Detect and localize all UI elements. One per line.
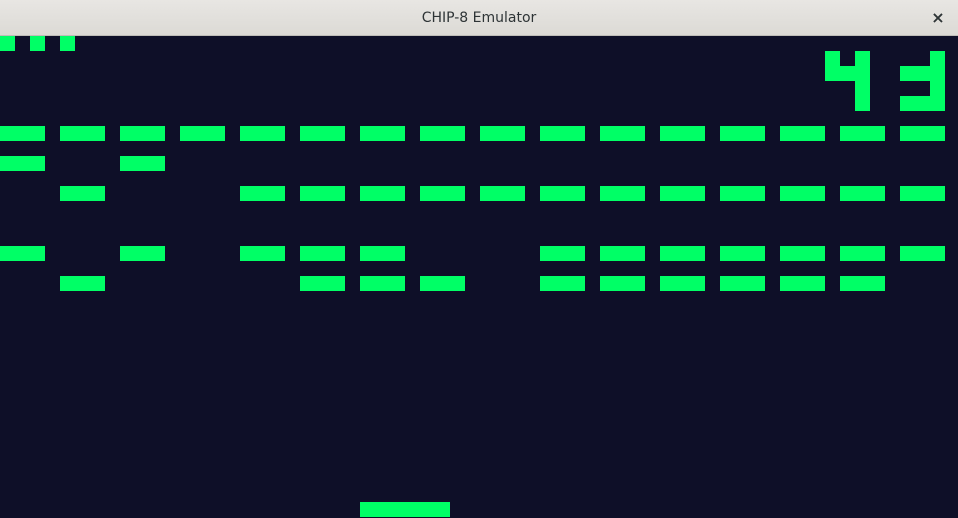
brick bbox=[720, 276, 765, 291]
score-digit-pixel bbox=[825, 51, 840, 66]
brick bbox=[660, 126, 705, 141]
brick bbox=[480, 186, 525, 201]
brick bbox=[120, 126, 165, 141]
brick bbox=[60, 126, 105, 141]
brick bbox=[540, 126, 585, 141]
brick bbox=[660, 186, 705, 201]
score-digit-pixel bbox=[855, 96, 870, 111]
score-digit-pixel bbox=[840, 66, 855, 81]
brick bbox=[0, 126, 45, 141]
brick bbox=[600, 186, 645, 201]
brick bbox=[60, 186, 105, 201]
score-digit-pixel bbox=[930, 66, 945, 81]
score-digit-pixel bbox=[900, 66, 915, 81]
brick bbox=[240, 186, 285, 201]
brick bbox=[420, 126, 465, 141]
brick bbox=[780, 186, 825, 201]
brick bbox=[300, 276, 345, 291]
brick bbox=[120, 246, 165, 261]
brick bbox=[240, 126, 285, 141]
brick bbox=[720, 126, 765, 141]
score-digit-pixel bbox=[930, 51, 945, 66]
brick bbox=[360, 246, 405, 261]
title-bar[interactable]: CHIP-8 Emulator × bbox=[0, 0, 958, 36]
close-button[interactable]: × bbox=[926, 6, 950, 30]
brick bbox=[360, 186, 405, 201]
brick bbox=[720, 186, 765, 201]
brick bbox=[300, 246, 345, 261]
score-digit-pixel bbox=[825, 66, 840, 81]
score-digit-pixel bbox=[855, 51, 870, 66]
brick bbox=[900, 186, 945, 201]
score-digit-pixel bbox=[915, 66, 930, 81]
brick bbox=[600, 246, 645, 261]
score-digit-pixel bbox=[855, 81, 870, 96]
brick bbox=[600, 126, 645, 141]
score-digit-pixel bbox=[900, 96, 915, 111]
brick bbox=[180, 126, 225, 141]
brick bbox=[600, 276, 645, 291]
brick bbox=[540, 276, 585, 291]
brick bbox=[780, 276, 825, 291]
chip8-display bbox=[0, 36, 945, 517]
brick bbox=[0, 156, 45, 171]
brick bbox=[780, 246, 825, 261]
brick bbox=[840, 186, 885, 201]
brick bbox=[540, 246, 585, 261]
window-title: CHIP-8 Emulator bbox=[421, 10, 537, 26]
brick bbox=[120, 156, 165, 171]
brick bbox=[0, 246, 45, 261]
brick bbox=[480, 126, 525, 141]
life-indicator bbox=[30, 36, 45, 51]
brick bbox=[240, 246, 285, 261]
brick bbox=[300, 126, 345, 141]
brick bbox=[360, 276, 405, 291]
brick bbox=[840, 276, 885, 291]
brick bbox=[840, 246, 885, 261]
brick bbox=[300, 186, 345, 201]
brick bbox=[720, 246, 765, 261]
brick bbox=[900, 246, 945, 261]
brick bbox=[420, 186, 465, 201]
top-left-mark bbox=[0, 36, 15, 51]
brick bbox=[840, 126, 885, 141]
emulator-window: CHIP-8 Emulator × bbox=[0, 0, 958, 518]
game-screen[interactable] bbox=[0, 36, 958, 518]
score-digit-pixel bbox=[855, 66, 870, 81]
brick bbox=[780, 126, 825, 141]
score-digit-pixel bbox=[930, 81, 945, 96]
score-digit-pixel bbox=[915, 96, 930, 111]
life-indicator bbox=[60, 36, 75, 51]
brick bbox=[660, 246, 705, 261]
brick bbox=[60, 276, 105, 291]
brick bbox=[900, 126, 945, 141]
paddle bbox=[360, 502, 450, 517]
score-digit-pixel bbox=[930, 96, 945, 111]
brick bbox=[360, 126, 405, 141]
brick bbox=[420, 276, 465, 291]
brick bbox=[660, 276, 705, 291]
brick bbox=[540, 186, 585, 201]
